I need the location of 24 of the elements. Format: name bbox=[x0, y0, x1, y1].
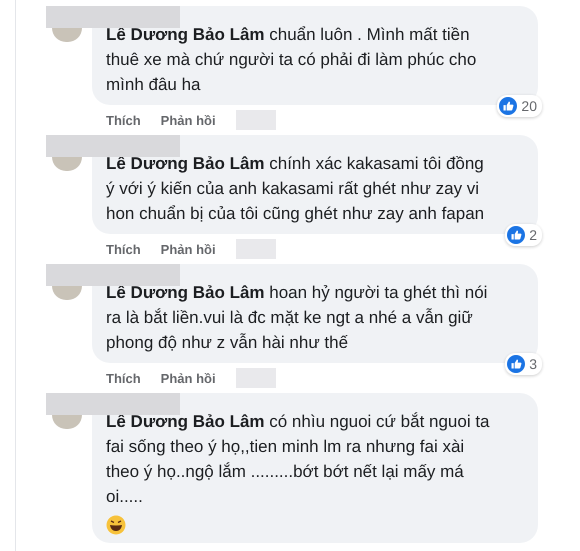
comment-text: Lê Dương Bảo Lâm hoan hỷ người ta ghét thì nói ra là bắt liền.vui là đc mặt ke ngt a nhé a vẫn giữ phong độ như z vẫn hài như thế bbox=[106, 282, 488, 354]
like-icon bbox=[507, 355, 526, 373]
avatar[interactable] bbox=[52, 157, 82, 171]
comment-action-link[interactable]: Thích bbox=[106, 242, 141, 256]
avatar[interactable] bbox=[52, 28, 82, 42]
reaction-badge[interactable]: 2 bbox=[505, 224, 542, 246]
laughing-emoji-icon bbox=[106, 515, 126, 535]
reaction-badge[interactable]: 20 bbox=[497, 95, 542, 117]
reaction-count: 2 bbox=[529, 227, 537, 243]
comment-text: Lê Dương Bảo Lâm chính xác kakasami tôi đồng ý với ý kiến của anh kakasami rất ghét như zay vi hon chuẩn bị của tôi cũng ghét như zay anh fapan bbox=[106, 153, 486, 225]
comment-action-link[interactable]: Thích bbox=[106, 112, 141, 128]
comment-action-link[interactable]: Thích bbox=[106, 370, 141, 386]
avatar[interactable] bbox=[52, 286, 82, 300]
comment-text: Lê Dương Bảo Lâm chuẩn luôn . Mình mất tiền thuê xe mà chứ người ta có phải đi làm phúc cho mình đâu ha bbox=[106, 24, 478, 96]
comment-action-link[interactable]: Phản hồi bbox=[160, 242, 216, 256]
like-icon bbox=[507, 226, 526, 244]
like-icon bbox=[499, 97, 518, 115]
avatar[interactable] bbox=[52, 415, 82, 429]
comment-text: Lê Dương Bảo Lâm có nhìu nguoi cứ bắt nguoi ta fai sống theo ý họ,,tien minh lm ra nhưng fai xài theo ý họ..ngộ lắm .........bớt bớt nết lại mấy má oi..... bbox=[106, 411, 491, 508]
reaction-badge[interactable]: 3 bbox=[505, 353, 542, 375]
reaction-count: 3 bbox=[529, 356, 537, 372]
comment-action-link[interactable]: Phản hồi bbox=[160, 112, 216, 128]
comment-action-link[interactable]: Phản hồi bbox=[160, 370, 216, 386]
reaction-count: 20 bbox=[521, 98, 537, 114]
